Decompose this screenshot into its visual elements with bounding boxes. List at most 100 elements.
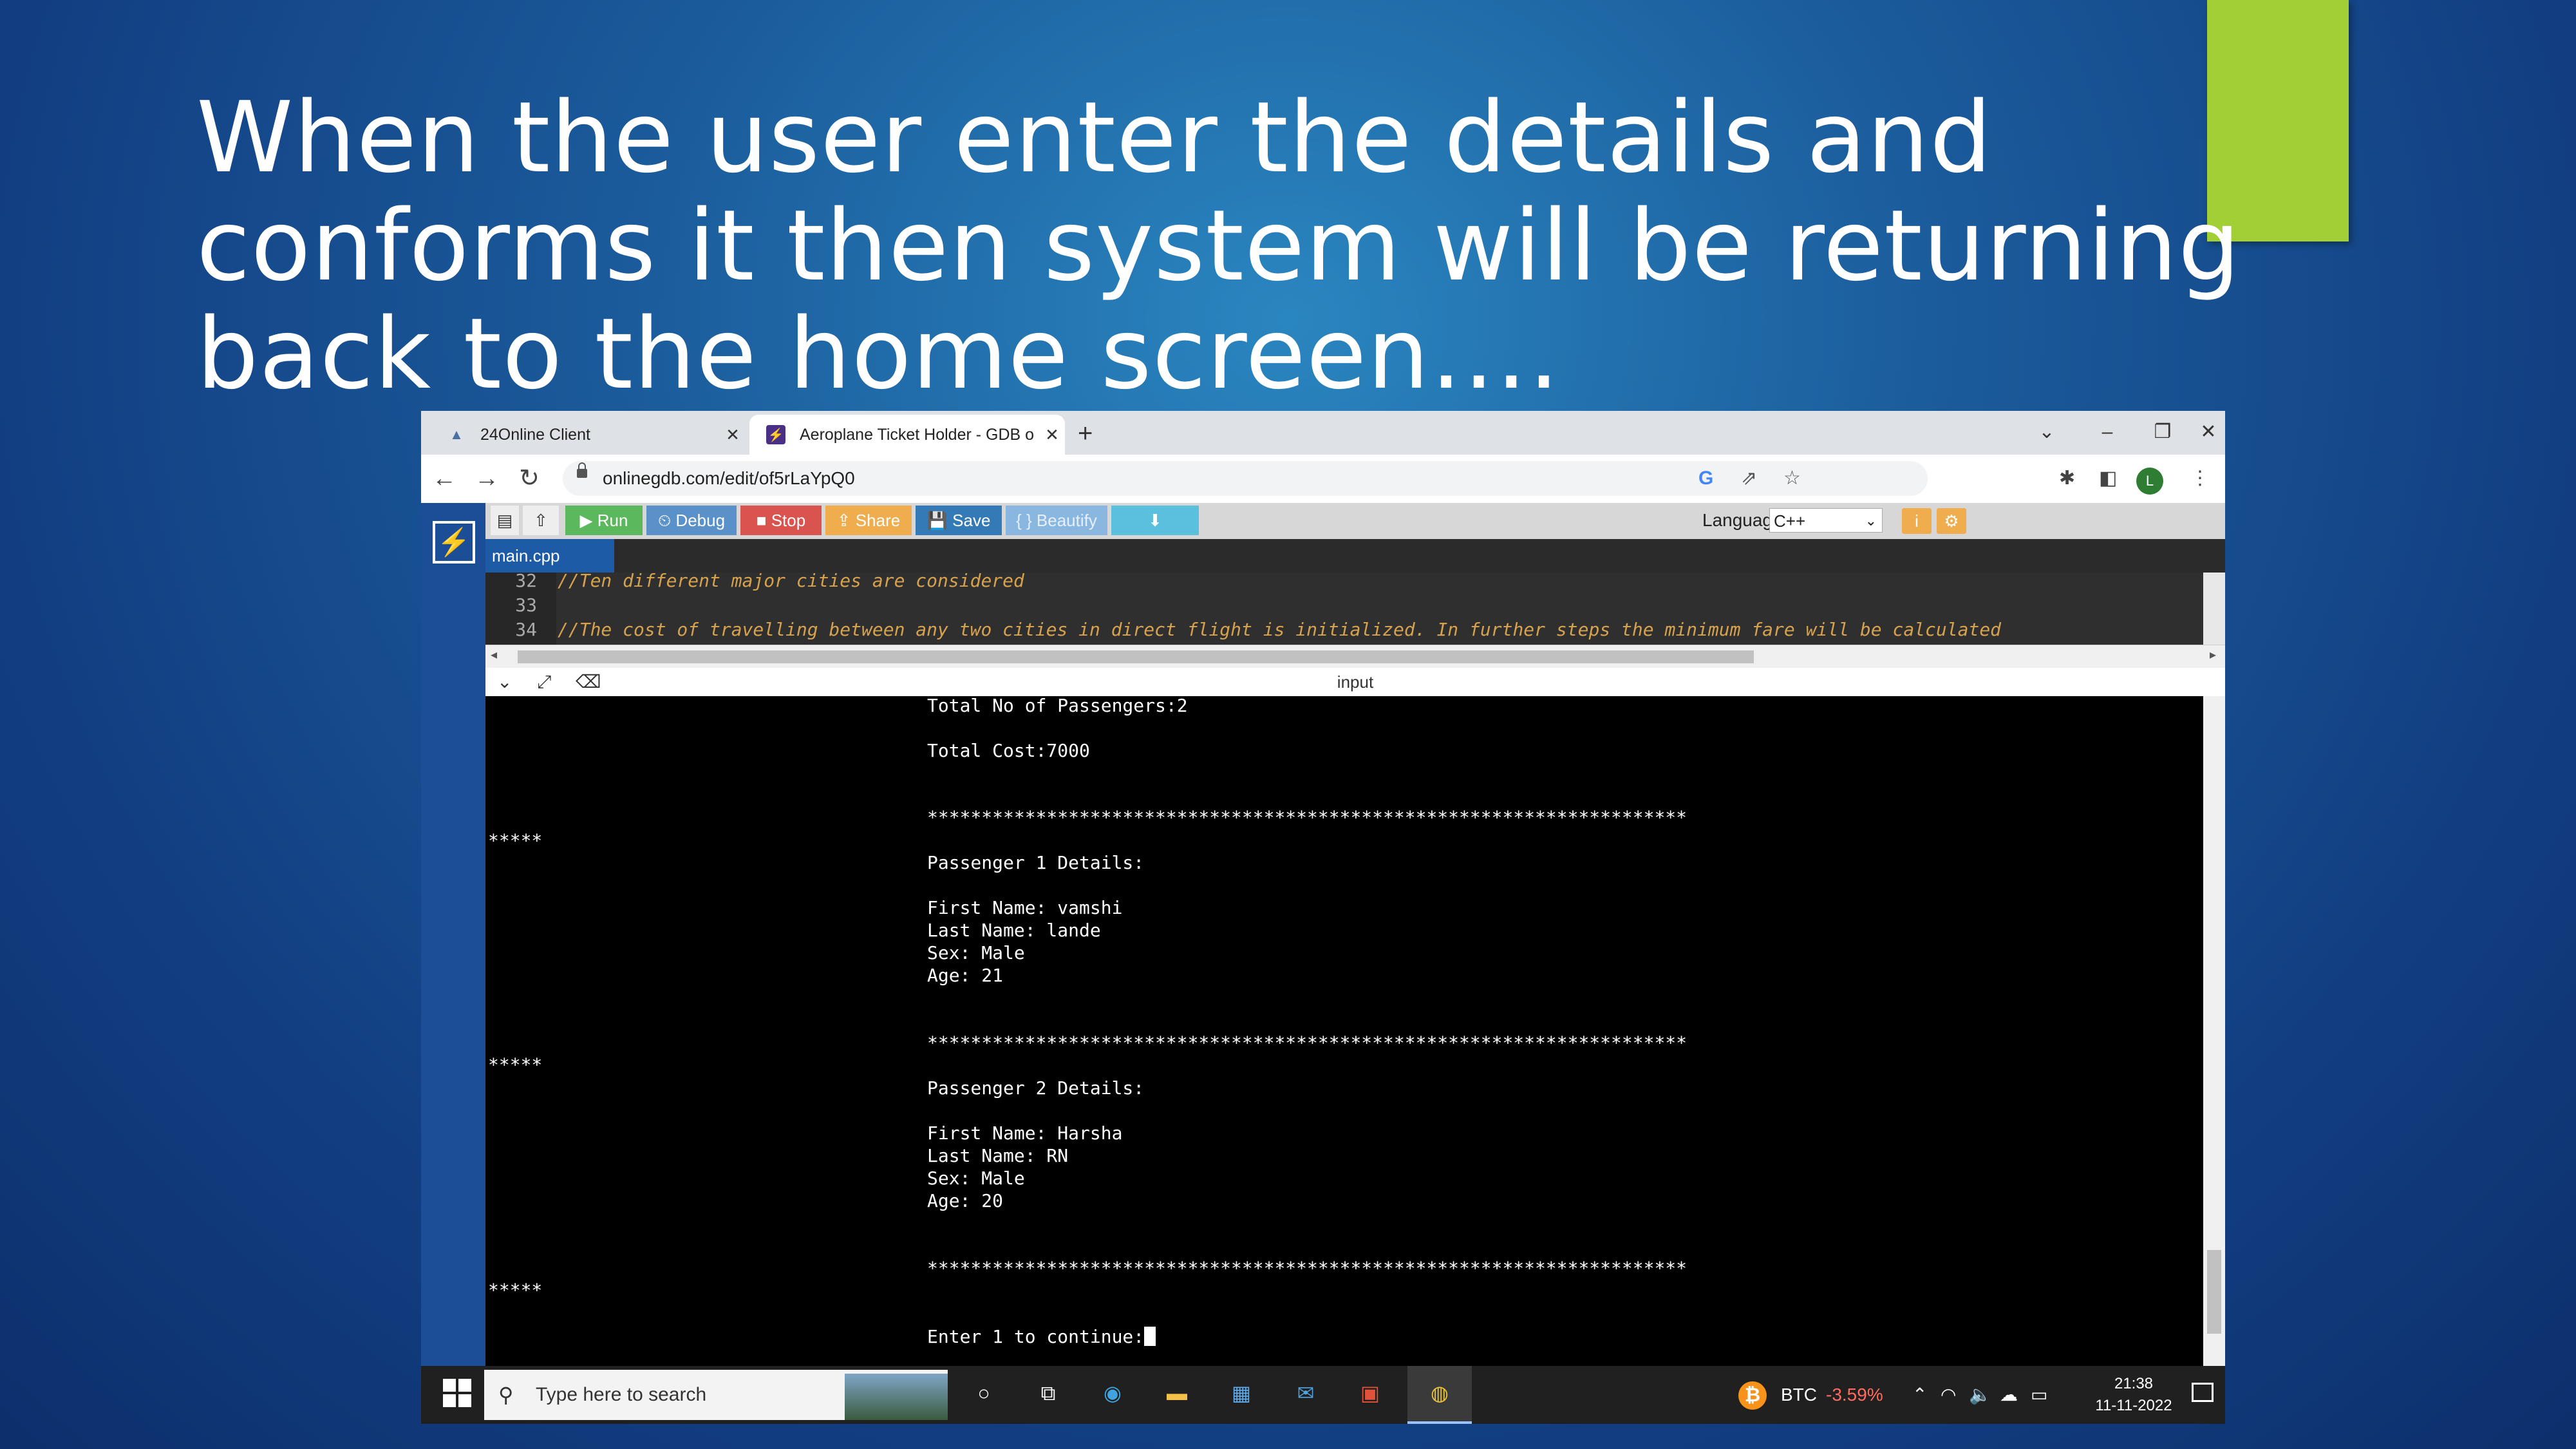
language-select[interactable]: C++ ⌄ bbox=[1769, 508, 1883, 533]
chrome-taskbar-button[interactable]: ◍ bbox=[1407, 1366, 1472, 1424]
24online-favicon-icon: ▲ bbox=[449, 426, 464, 442]
file-tabs: main.cpp bbox=[485, 539, 2225, 573]
clock-date[interactable]: 11-11-2022 bbox=[2082, 1397, 2185, 1415]
terminal-output[interactable]: Total No of Passengers:2 Total Cost:7000… bbox=[485, 696, 2225, 1366]
profile-avatar[interactable]: L bbox=[2136, 468, 2163, 495]
url-field[interactable]: onlinegdb.com/edit/of5rLaYpQ0 G ⇗ ☆ bbox=[563, 461, 1928, 496]
restore-icon[interactable]: ❐ bbox=[2140, 416, 2185, 448]
onedrive-icon[interactable]: ☁ bbox=[2000, 1366, 2018, 1424]
clear-console-icon[interactable]: ⌫ bbox=[576, 668, 601, 696]
scroll-left-icon[interactable]: ◂ bbox=[491, 647, 497, 663]
beautify-button[interactable]: { } Beautify bbox=[1006, 506, 1107, 535]
gdb-logo-icon[interactable]: ⚡ bbox=[433, 521, 475, 564]
code-line: //The cost of travelling between any two… bbox=[558, 619, 2002, 640]
gdb-favicon-icon: ⚡ bbox=[766, 425, 785, 444]
run-button[interactable]: ▶ Run bbox=[565, 506, 643, 535]
chrome-icon: ◍ bbox=[1431, 1381, 1449, 1405]
terminal-line: Total Cost:7000 bbox=[927, 740, 1090, 761]
terminal-scrollbar[interactable] bbox=[2203, 696, 2225, 1366]
share-button[interactable]: ⇪ Share bbox=[825, 506, 912, 535]
windows-start-icon[interactable] bbox=[443, 1379, 471, 1407]
debug-button[interactable]: ⏲ Debug bbox=[646, 506, 737, 535]
upload-icon[interactable]: ⇧ bbox=[523, 506, 559, 535]
close-tab-icon[interactable]: ✕ bbox=[720, 425, 746, 445]
terminal-line: Passenger 1 Details: bbox=[927, 852, 1145, 873]
url-text: onlinegdb.com/edit/of5rLaYpQ0 bbox=[603, 468, 855, 488]
minimize-icon[interactable]: – bbox=[2085, 416, 2130, 448]
microsoft-store-icon[interactable]: ▦ bbox=[1223, 1375, 1259, 1411]
terminal-line: Age: 21 bbox=[927, 965, 1004, 986]
terminal-line: Total No of Passengers:2 bbox=[927, 696, 1188, 716]
expand-icon[interactable]: ⤢ bbox=[537, 668, 551, 696]
terminal-line: Age: 20 bbox=[927, 1190, 1004, 1211]
scroll-right-icon[interactable]: ▸ bbox=[2210, 647, 2216, 663]
terminal-line: Sex: Male bbox=[927, 942, 1025, 963]
bitcoin-icon: ₿ bbox=[1738, 1381, 1767, 1410]
search-icon: ⚲ bbox=[498, 1383, 514, 1406]
mail-icon[interactable]: ✉ bbox=[1288, 1375, 1324, 1411]
new-file-icon[interactable]: ▤ bbox=[491, 506, 519, 535]
side-panel-icon[interactable]: ◧ bbox=[2099, 461, 2117, 496]
settings-gear-icon[interactable]: ⚙ bbox=[1937, 508, 1966, 534]
tab-title: Aeroplane Ticket Holder - GDB o bbox=[800, 425, 1035, 444]
file-tab-main-cpp[interactable]: main.cpp bbox=[485, 539, 614, 573]
clock-time[interactable]: 21:38 bbox=[2082, 1375, 2185, 1393]
network-icon[interactable]: ◠ bbox=[1941, 1366, 1956, 1424]
stop-button[interactable]: ■ Stop bbox=[740, 506, 822, 535]
terminal-prompt: Enter 1 to continue: bbox=[927, 1326, 1156, 1348]
close-window-icon[interactable]: ✕ bbox=[2192, 416, 2225, 448]
share-page-icon[interactable]: ⇗ bbox=[1741, 461, 1757, 496]
code-editor[interactable]: 32 //Ten different major cities are cons… bbox=[485, 573, 2225, 645]
volume-icon[interactable]: 🔈 bbox=[1969, 1366, 1991, 1424]
notification-center-icon[interactable] bbox=[2192, 1383, 2214, 1402]
editor-horizontal-scrollbar[interactable]: ◂ ▸ bbox=[485, 645, 2225, 668]
address-bar: ← → ↻ onlinegdb.com/edit/of5rLaYpQ0 G ⇗ … bbox=[421, 455, 2225, 504]
close-tab-icon[interactable]: ✕ bbox=[1039, 425, 1065, 445]
terminal-line: First Name: vamshi bbox=[927, 897, 1123, 918]
scrollbar-thumb[interactable] bbox=[518, 650, 1754, 663]
terminal-line: Last Name: RN bbox=[927, 1145, 1069, 1166]
line-number: 34 bbox=[515, 619, 537, 640]
code-line: //Ten different major cities are conside… bbox=[558, 573, 1024, 591]
edge-icon[interactable]: ◉ bbox=[1095, 1375, 1131, 1411]
info-icon[interactable]: i bbox=[1902, 508, 1932, 534]
terminal-line: Sex: Male bbox=[927, 1168, 1025, 1189]
new-tab-button[interactable]: + bbox=[1078, 417, 1093, 450]
terminal-line: ****************************************… bbox=[927, 807, 1688, 828]
windows-taskbar: ⚲ Type here to search ○ ⧉ ◉ ▬ ▦ ✉ ▣ ◍ ₿ … bbox=[421, 1366, 2225, 1424]
forward-icon[interactable]: → bbox=[469, 461, 505, 496]
btc-change: -3.59% bbox=[1826, 1385, 1883, 1405]
bookmark-star-icon[interactable]: ☆ bbox=[1783, 461, 1801, 496]
show-hidden-icons-icon[interactable]: ⌃ bbox=[1912, 1366, 1927, 1424]
task-view-icon[interactable]: ⧉ bbox=[1030, 1375, 1066, 1411]
battery-icon[interactable]: ▭ bbox=[2031, 1366, 2047, 1424]
download-button[interactable]: ⬇ bbox=[1111, 506, 1199, 535]
powerpoint-icon[interactable]: ▣ bbox=[1352, 1375, 1388, 1411]
chevron-down-icon: ⌄ bbox=[1865, 513, 1877, 529]
save-button[interactable]: 💾 Save bbox=[916, 506, 1002, 535]
google-icon[interactable]: G bbox=[1698, 461, 1713, 496]
scrollbar-thumb[interactable] bbox=[2207, 1250, 2221, 1334]
menu-kebab-icon[interactable]: ⋮ bbox=[2190, 461, 2210, 496]
gdb-sidebar: ⚡ bbox=[421, 503, 485, 1392]
browser-window: ▲ 24Online Client ✕ ⚡ Aeroplane Ticket H… bbox=[421, 411, 2225, 1424]
taskbar-search-box[interactable]: ⚲ Type here to search bbox=[484, 1370, 948, 1420]
tab-search-icon[interactable]: ⌄ bbox=[2024, 416, 2069, 448]
terminal-line: Passenger 2 Details: bbox=[927, 1077, 1145, 1099]
text-cursor[interactable] bbox=[1144, 1327, 1156, 1346]
lock-icon bbox=[577, 462, 587, 478]
terminal-line: ****************************************… bbox=[927, 1258, 1688, 1279]
gdb-toolbar: ▤ ⇧ ▶ Run ⏲ Debug ■ Stop ⇪ Share 💾 Save … bbox=[485, 503, 2225, 539]
file-explorer-icon[interactable]: ▬ bbox=[1159, 1375, 1195, 1411]
tab-24online[interactable]: ▲ 24Online Client ✕ bbox=[430, 415, 746, 455]
reload-icon[interactable]: ↻ bbox=[511, 461, 547, 496]
io-label: input bbox=[1337, 672, 1374, 692]
cortana-icon[interactable]: ○ bbox=[966, 1375, 1002, 1411]
line-number: 33 bbox=[515, 594, 537, 616]
tab-aeroplane-ticket-holder[interactable]: ⚡ Aeroplane Ticket Holder - GDB o ✕ bbox=[749, 415, 1065, 455]
extensions-icon[interactable]: ✱ bbox=[2059, 461, 2075, 496]
editor-vertical-scrollbar[interactable] bbox=[2203, 573, 2225, 645]
collapse-chevron-icon[interactable]: ⌄ bbox=[497, 668, 512, 696]
slide-title: When the user enter the details and conf… bbox=[196, 80, 2241, 411]
back-icon[interactable]: ← bbox=[426, 461, 462, 496]
